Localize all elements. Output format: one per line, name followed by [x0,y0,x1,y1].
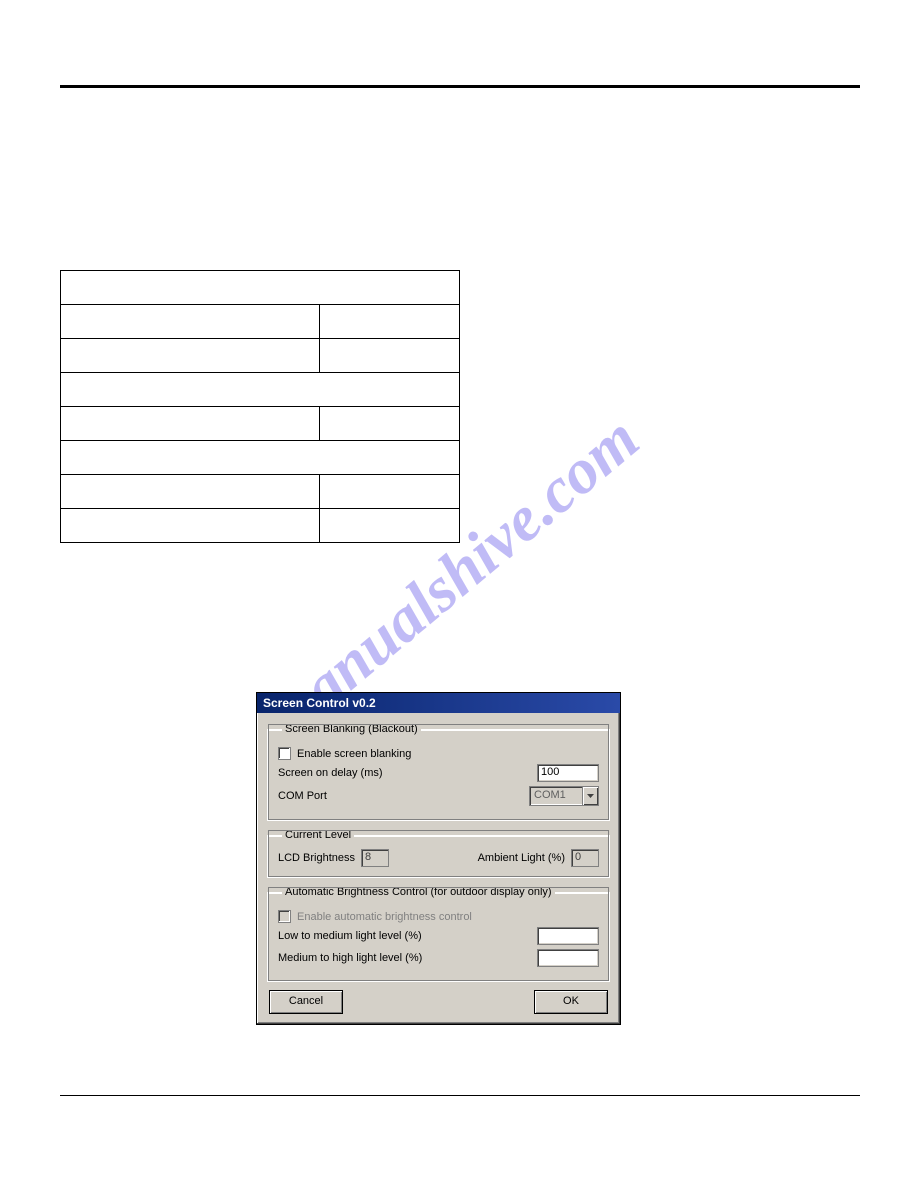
top-horizontal-rule [60,85,860,88]
lcd-brightness-label: LCD Brightness [278,852,355,864]
table-cell [61,407,320,441]
ambient-light-value: 0 [571,849,599,867]
table-cell [320,407,460,441]
table-cell [320,475,460,509]
low-to-medium-input[interactable] [537,927,599,945]
enable-auto-brightness-label: Enable automatic brightness control [297,911,472,923]
screen-delay-label: Screen on delay (ms) [278,767,519,779]
lcd-brightness-value: 8 [361,849,389,867]
screen-delay-input[interactable]: 100 [537,764,599,782]
table-cell [61,475,320,509]
dialog-titlebar[interactable]: Screen Control v0.2 [257,693,620,713]
table-row [61,373,460,407]
table-row [61,271,460,305]
group-legend: Screen Blanking (Blackout) [282,723,421,735]
group-legend: Current Level [282,829,354,841]
enable-blanking-label: Enable screen blanking [297,748,411,760]
table-cell [320,509,460,543]
table-cell [61,305,320,339]
group-legend: Automatic Brightness Control (for outdoo… [282,886,555,898]
group-screen-blanking: Screen Blanking (Blackout) Enable screen… [267,723,610,821]
low-to-medium-label: Low to medium light level (%) [278,930,519,942]
medium-to-high-input[interactable] [537,949,599,967]
enable-blanking-checkbox[interactable] [278,747,291,760]
chevron-down-icon[interactable] [582,787,598,805]
com-port-label: COM Port [278,790,519,802]
group-auto-brightness: Automatic Brightness Control (for outdoo… [267,886,610,982]
table-cell [320,339,460,373]
enable-auto-brightness-checkbox [278,910,291,923]
medium-to-high-label: Medium to high light level (%) [278,952,519,964]
com-port-value: COM1 [530,787,582,805]
screen-control-dialog: Screen Control v0.2 Screen Blanking (Bla… [256,692,621,1025]
cancel-button[interactable]: Cancel [269,990,343,1014]
table-cell [61,339,320,373]
table-row [61,441,460,475]
bottom-horizontal-rule [60,1095,860,1096]
ok-button[interactable]: OK [534,990,608,1014]
empty-data-table [60,270,460,543]
table-cell [320,305,460,339]
ambient-light-label: Ambient Light (%) [478,852,565,864]
table-cell [61,509,320,543]
dialog-title: Screen Control v0.2 [263,696,376,710]
group-current-level: Current Level LCD Brightness 8 Ambient L… [267,829,610,878]
com-port-select[interactable]: COM1 [529,786,599,806]
